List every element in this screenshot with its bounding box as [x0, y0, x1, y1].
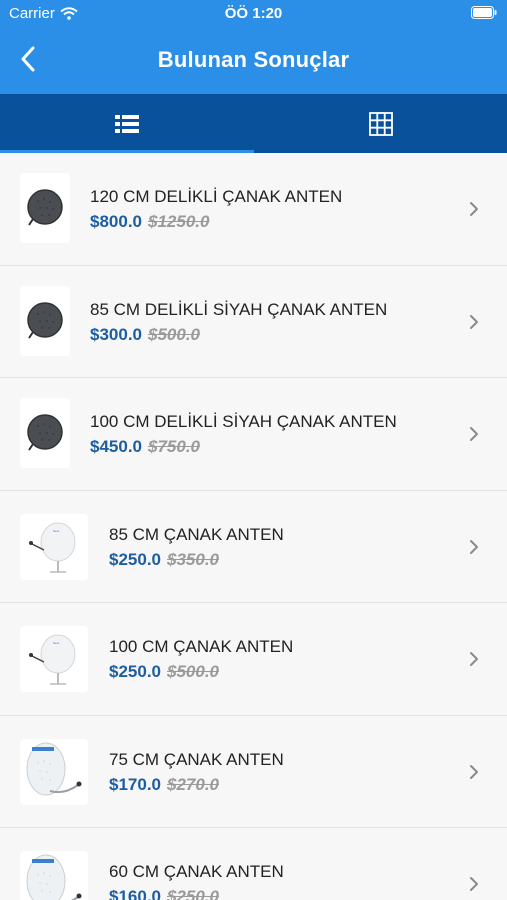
product-prices: $450.0 $750.0 [90, 437, 397, 457]
product-old-price: $270.0 [167, 774, 219, 794]
product-info: 120 CM DELİKLİ ÇANAK ANTEN $800.0 $1250.0 [90, 187, 342, 232]
svg-text:Next: Next [53, 529, 59, 533]
chevron-right-icon[interactable] [467, 761, 481, 783]
product-price: $300.0 [90, 324, 142, 344]
product-old-price: $1250.0 [148, 212, 210, 231]
product-image: Next [20, 626, 88, 692]
product-old-price: $500.0 [167, 662, 219, 681]
product-image: Next [20, 513, 88, 580]
product-old-price: $750.0 [148, 437, 200, 456]
product-price: $800.0 [90, 212, 142, 231]
product-prices: $170.0 $270.0 [109, 775, 284, 795]
product-info: 60 CM ÇANAK ANTEN $160.0 $250.0 [109, 862, 284, 900]
product-info: 100 CM ÇANAK ANTEN $250.0 $500.0 [109, 637, 293, 682]
product-name: 120 CM DELİKLİ ÇANAK ANTEN [90, 187, 343, 206]
product-prices: $300.0 $500.0 [90, 325, 387, 345]
product-row[interactable]: Next 100 CM ÇANAK ANTEN $250.0 $500.0 [0, 603, 507, 716]
product-row[interactable]: 100 CM DELİKLİ SİYAH ÇANAK ANTEN $450.0 $7… [0, 378, 507, 491]
page-title: Bulunan Sonuçlar [157, 47, 350, 72]
product-old-price: $250.0 [167, 887, 219, 900]
product-image [20, 738, 88, 805]
status-time: ÖÖ 1:20 [224, 5, 283, 22]
product-name: 100 CM ÇANAK ANTEN [109, 637, 294, 656]
chevron-right-icon[interactable] [467, 536, 481, 558]
product-info: 100 CM DELİKLİ SİYAH ÇANAK ANTEN $450.0 $7… [90, 412, 397, 457]
chevron-right-icon[interactable] [467, 648, 481, 670]
product-price: $450.0 [90, 437, 142, 456]
product-row[interactable]: 85 CM DELİKLİ SİYAH ÇANAK ANTEN $300.0 $50… [0, 266, 507, 378]
product-row[interactable]: 75 CM ÇANAK ANTEN $170.0 $270.0 [0, 716, 507, 828]
product-old-price: $350.0 [167, 549, 219, 569]
status-bar: Carrier ÖÖ 1:20 [0, 0, 507, 28]
product-name: 85 CM ÇANAK ANTEN [109, 524, 284, 544]
product-prices: $250.0 $350.0 [109, 550, 284, 570]
chevron-right-icon[interactable] [467, 423, 481, 445]
product-info: 85 CM ÇANAK ANTEN $250.0 $350.0 [109, 525, 284, 570]
list-icon [114, 114, 139, 133]
product-row[interactable]: 60 CM ÇANAK ANTEN $160.0 $250.0 [0, 828, 507, 900]
product-name: 75 CM ÇANAK ANTEN [109, 749, 284, 769]
product-price: $250.0 [109, 662, 161, 681]
product-prices: $250.0 $500.0 [109, 662, 293, 682]
product-info: 85 CM DELİKLİ SİYAH ÇANAK ANTEN $300.0 $50… [90, 300, 387, 345]
tab-list-view[interactable] [0, 94, 253, 153]
product-info: 75 CM ÇANAK ANTEN $170.0 $270.0 [109, 750, 284, 795]
product-row[interactable]: 120 CM DELİKLİ ÇANAK ANTEN $800.0 $1250.0 [0, 153, 507, 266]
product-image [20, 285, 70, 356]
product-name: 100 CM DELİKLİ SİYAH ÇANAK ANTEN [90, 412, 397, 431]
product-image [20, 851, 88, 900]
chevron-right-icon[interactable] [467, 198, 481, 220]
product-name: 60 CM ÇANAK ANTEN [109, 862, 284, 881]
chevron-right-icon[interactable] [467, 311, 481, 333]
chevron-right-icon[interactable] [467, 873, 481, 895]
view-mode-tabs [0, 94, 507, 153]
product-old-price: $500.0 [148, 324, 200, 344]
tab-grid-view[interactable] [254, 94, 507, 153]
product-row[interactable]: Next 85 CM ÇANAK ANTEN $250.0 $350.0 [0, 491, 507, 603]
product-prices: $160.0 $250.0 [109, 887, 284, 900]
svg-text:Next: Next [53, 641, 59, 645]
product-image [20, 398, 70, 468]
product-image [20, 173, 70, 243]
app-header: Carrier ÖÖ 1:20 Bulunan Sonuçlar [0, 0, 507, 94]
product-price: $160.0 [109, 887, 161, 900]
navigation-bar: Bulunan Sonuçlar [0, 28, 507, 94]
grid-icon [368, 111, 393, 136]
battery-icon [471, 6, 497, 23]
product-name: 85 CM DELİKLİ SİYAH ÇANAK ANTEN [90, 299, 388, 319]
product-prices: $800.0 $1250.0 [90, 212, 342, 232]
product-list[interactable]: 120 CM DELİKLİ ÇANAK ANTEN $800.0 $1250.0 8… [0, 153, 507, 900]
product-price: $250.0 [109, 549, 161, 569]
product-price: $170.0 [109, 774, 161, 794]
